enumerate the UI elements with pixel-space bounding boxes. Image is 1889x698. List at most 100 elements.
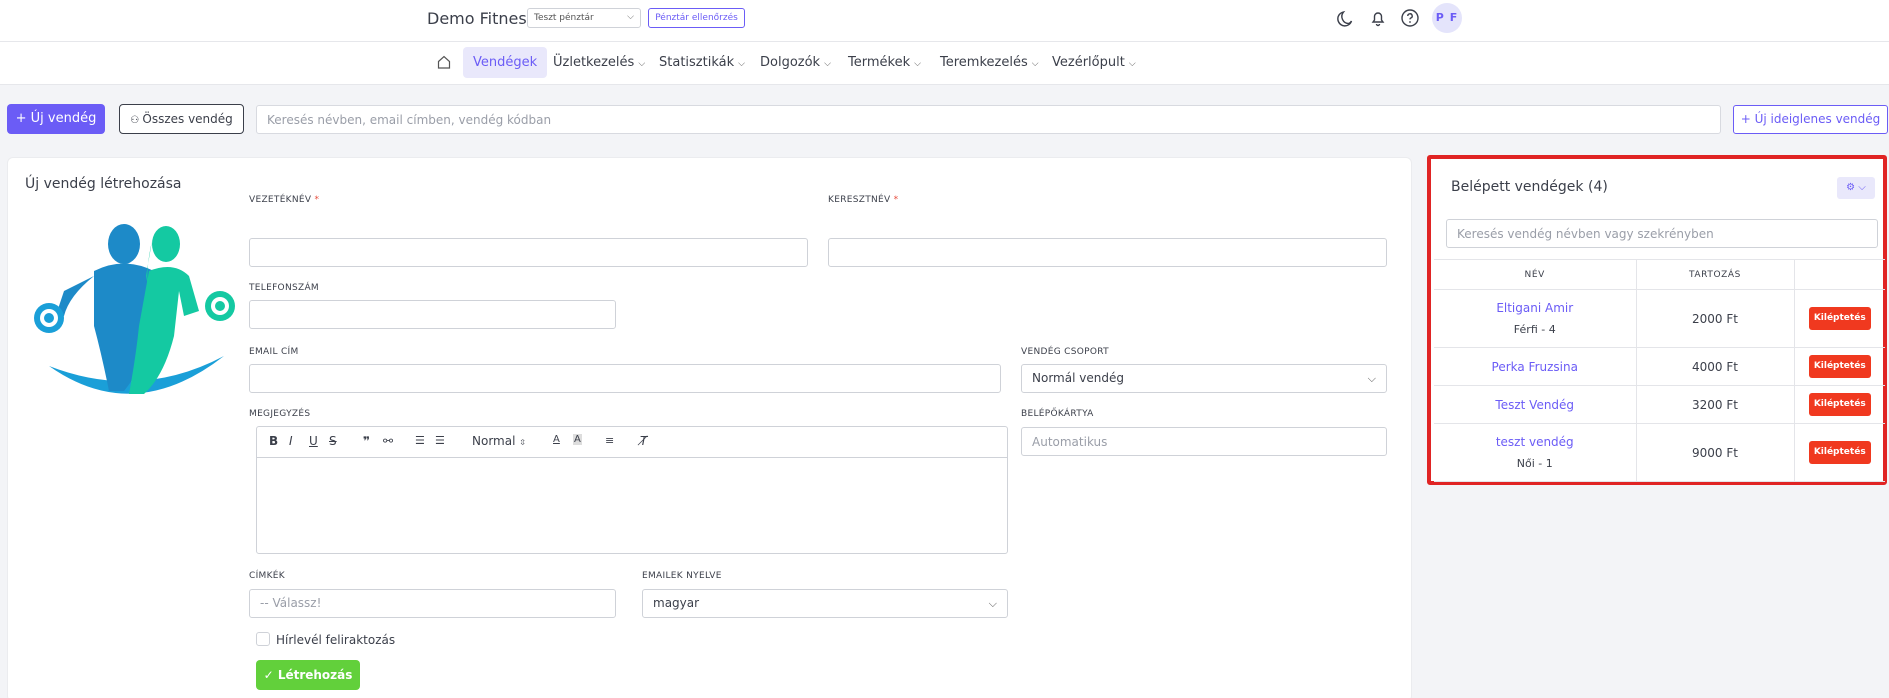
checkout-button[interactable]: Kiléptetés xyxy=(1808,307,1871,330)
new-temp-guest-label: Új ideiglenes vendég xyxy=(1754,112,1881,126)
tags-label: Címkék xyxy=(249,571,285,581)
nav-item-teremkezeles[interactable]: Teremkezelés ⌵ xyxy=(930,47,1049,78)
phone-input[interactable] xyxy=(249,300,616,329)
debt-cell: 3200 Ft xyxy=(1636,385,1795,424)
nav-item-uzletkezeles[interactable]: Üzletkezelés ⌵ xyxy=(543,47,655,78)
guest-name-link[interactable]: teszt vendég xyxy=(1434,435,1636,449)
nav-item-termekek[interactable]: Termékek ⌵ xyxy=(838,47,931,78)
nav-label: Termékek xyxy=(848,55,911,70)
email-language-value: magyar xyxy=(653,596,700,610)
chevron-down-icon: ⌵ xyxy=(1031,59,1039,69)
background-color-icon[interactable]: A xyxy=(573,434,582,445)
nav-label: Dolgozók xyxy=(760,55,821,70)
format-select[interactable]: Normal ⇳ xyxy=(472,434,526,448)
strike-icon[interactable]: S xyxy=(329,434,337,448)
help-icon[interactable] xyxy=(1400,8,1420,28)
chevron-down-icon: ⌵ xyxy=(988,597,997,610)
guest-name-link[interactable]: Eltigani Amir xyxy=(1434,301,1636,315)
underline-icon[interactable]: U xyxy=(309,434,318,448)
main-nav: Vendégek Üzletkezelés ⌵ Statisztikák ⌵ Dol… xyxy=(0,42,1889,85)
users-icon: ⚇ xyxy=(130,115,143,126)
top-bar: Demo Fitness Teszt pénztár ⌵ Pénztár ell… xyxy=(0,0,1889,42)
chevron-down-icon: ⌵ xyxy=(638,59,646,69)
home-icon[interactable] xyxy=(436,54,452,70)
bold-icon[interactable]: B xyxy=(269,434,278,448)
nav-label: Teremkezelés xyxy=(940,55,1028,70)
required-mark: * xyxy=(893,195,899,205)
editor-toolbar: B I U S ❞ ⚯ ☰ ☰ Normal ⇳ A A ≡ T̸ xyxy=(257,427,1007,458)
action-cell: Kiléptetés xyxy=(1794,347,1885,386)
nav-label: Vendégek xyxy=(473,55,538,70)
action-cell: Kiléptetés xyxy=(1794,423,1885,482)
all-guests-button[interactable]: ⚇ Összes vendég xyxy=(119,104,244,134)
chevron-down-icon: ⌵ xyxy=(1128,59,1136,69)
guest-name-link[interactable]: Perka Fruzsina xyxy=(1434,360,1636,374)
guest-cell: teszt vendég Női - 1 xyxy=(1434,423,1637,482)
table-row: Eltigani Amir Férfi - 4 2000 Ft Kilépteté… xyxy=(1434,289,1885,348)
create-button[interactable]: ✓ Létrehozás xyxy=(256,660,360,690)
nav-item-vezerlopult[interactable]: Vezérlőpult ⌵ xyxy=(1042,47,1146,78)
chevron-down-icon: ⌵ xyxy=(1367,372,1376,385)
guest-group-select[interactable]: Normál vendég ⌵ xyxy=(1021,364,1387,393)
nav-item-vendegek[interactable]: Vendégek xyxy=(463,47,548,78)
email-language-label: Emailek nyelve xyxy=(642,571,722,581)
card-input[interactable] xyxy=(1021,427,1387,456)
checkout-button[interactable]: Kiléptetés xyxy=(1808,441,1871,464)
quote-icon[interactable]: ❞ xyxy=(363,434,370,448)
checkout-button[interactable]: Kiléptetés xyxy=(1808,355,1871,378)
register-check-button[interactable]: Pénztár ellenőrzés xyxy=(648,8,745,28)
chevron-down-icon: ⌵ xyxy=(1858,182,1866,193)
link-icon[interactable]: ⚯ xyxy=(383,434,393,448)
guest-group-label: Vendég csoport xyxy=(1021,347,1109,357)
format-value: Normal xyxy=(472,434,516,448)
fitness-logo xyxy=(34,224,235,394)
debt-cell: 9000 Ft xyxy=(1636,423,1795,482)
table-row: teszt vendég Női - 1 9000 Ft Kiléptetés xyxy=(1434,423,1885,482)
guest-cell: Eltigani Amir Férfi - 4 xyxy=(1434,289,1637,348)
chevron-down-icon: ⌵ xyxy=(738,59,745,69)
guest-search-input[interactable] xyxy=(256,105,1721,134)
email-label: Email cím xyxy=(249,347,299,357)
col-name-header: Név xyxy=(1434,259,1637,290)
avatar[interactable]: P F xyxy=(1432,3,1462,33)
text-color-icon[interactable]: A xyxy=(553,434,560,445)
card-title: Új vendég létrehozása xyxy=(25,176,182,192)
ordered-list-icon[interactable]: ☰ xyxy=(415,434,425,447)
register-select-value: Teszt pénztár xyxy=(534,13,594,23)
register-select[interactable]: Teszt pénztár ⌵ xyxy=(527,8,641,28)
tags-select[interactable]: -- Válassz! xyxy=(249,589,616,618)
nav-label: Üzletkezelés xyxy=(553,55,635,70)
plus-icon: + xyxy=(15,111,31,126)
newsletter-checkbox[interactable] xyxy=(256,632,270,646)
moon-icon[interactable] xyxy=(1336,8,1356,28)
email-input[interactable] xyxy=(249,364,1001,393)
nav-item-dolgozok[interactable]: Dolgozók ⌵ xyxy=(750,47,841,78)
bell-icon[interactable] xyxy=(1368,8,1388,28)
email-language-select[interactable]: magyar ⌵ xyxy=(642,589,1008,618)
settings-dropdown[interactable]: ⚙ ⌵ xyxy=(1837,177,1875,199)
editor-body[interactable] xyxy=(257,458,1007,553)
label-text: Vezetéknév xyxy=(249,195,312,205)
updown-icon: ⇳ xyxy=(519,438,526,447)
bullet-list-icon[interactable]: ☰ xyxy=(435,434,445,447)
nav-item-statisztikak[interactable]: Statisztikák ⌵ xyxy=(649,47,755,78)
new-temp-guest-button[interactable]: + Új ideiglenes vendég xyxy=(1733,105,1888,134)
guest-name-link[interactable]: Teszt Vendég xyxy=(1434,398,1636,412)
col-action-header xyxy=(1794,259,1885,290)
all-guests-label: Összes vendég xyxy=(142,112,233,126)
first-name-input[interactable] xyxy=(828,238,1387,267)
italic-icon[interactable]: I xyxy=(289,434,293,448)
guest-cell: Perka Fruzsina xyxy=(1434,347,1637,386)
first-name-label: Keresztnév * xyxy=(828,195,898,205)
guests-search-input[interactable] xyxy=(1446,219,1878,248)
create-label: Létrehozás xyxy=(277,668,353,682)
checkout-button[interactable]: Kiléptetés xyxy=(1808,393,1871,416)
align-icon[interactable]: ≡ xyxy=(605,434,614,447)
check-icon: ✓ xyxy=(263,668,278,682)
table-header: Név Tartozás xyxy=(1434,259,1885,290)
clear-format-icon[interactable]: T̸ xyxy=(640,434,647,448)
gear-icon: ⚙ xyxy=(1846,182,1856,193)
guest-cell: Teszt Vendég xyxy=(1434,385,1637,424)
new-guest-button[interactable]: + Új vendég xyxy=(7,104,105,134)
last-name-input[interactable] xyxy=(249,238,808,267)
